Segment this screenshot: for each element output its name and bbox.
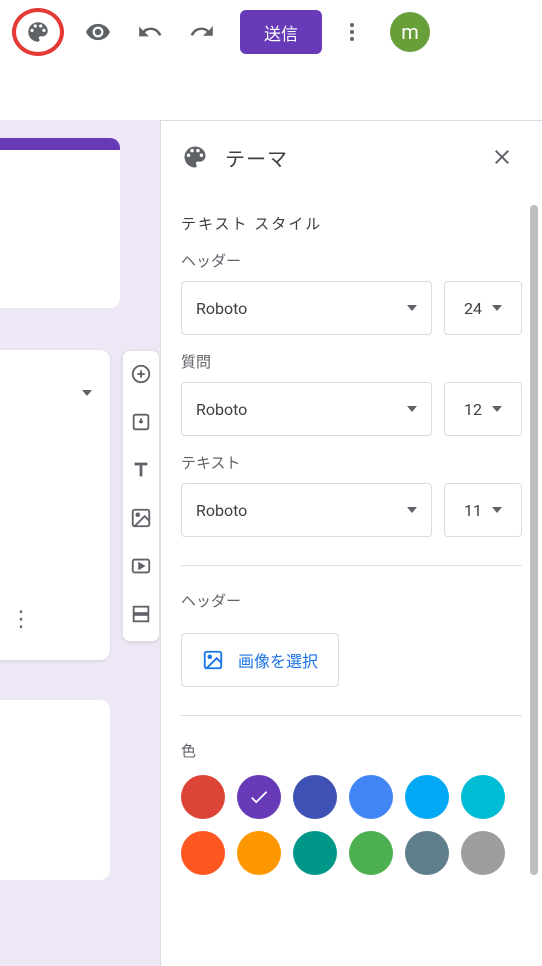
question-font-value: Roboto bbox=[196, 400, 247, 419]
preview-button[interactable] bbox=[76, 10, 120, 54]
video-icon bbox=[130, 555, 152, 577]
add-question-button[interactable] bbox=[130, 363, 152, 389]
color-swatch[interactable] bbox=[461, 831, 505, 875]
question-font-select[interactable]: Roboto bbox=[181, 382, 432, 436]
eye-icon bbox=[85, 19, 111, 45]
chevron-down-icon bbox=[492, 406, 502, 412]
question-more-icon[interactable]: ⋮ bbox=[10, 607, 32, 632]
redo-icon bbox=[189, 19, 215, 45]
send-button[interactable]: 送信 bbox=[240, 10, 322, 54]
add-section-button[interactable] bbox=[130, 603, 152, 629]
panel-body: テキスト スタイル ヘッダー Roboto 24 質問 Roboto 12 テキ… bbox=[161, 213, 542, 895]
choose-image-label: 画像を選択 bbox=[238, 648, 318, 672]
theme-panel: テーマ テキスト スタイル ヘッダー Roboto 24 質問 Roboto bbox=[160, 120, 542, 966]
text-font-select[interactable]: Roboto bbox=[181, 483, 432, 537]
header-label: ヘッダー bbox=[181, 250, 522, 271]
text-style-section-title: テキスト スタイル bbox=[181, 213, 522, 234]
section-icon bbox=[130, 603, 152, 625]
header-image-label: ヘッダー bbox=[181, 590, 522, 611]
plus-circle-icon bbox=[130, 363, 152, 385]
palette-icon bbox=[25, 19, 51, 45]
form-title-card[interactable] bbox=[0, 138, 120, 308]
add-title-button[interactable] bbox=[130, 459, 152, 485]
choose-image-button[interactable]: 画像を選択 bbox=[181, 633, 339, 687]
form-question-card[interactable]: ⋮ bbox=[0, 350, 110, 660]
add-image-button[interactable] bbox=[130, 507, 152, 533]
undo-button[interactable] bbox=[128, 10, 172, 54]
scrollbar[interactable] bbox=[530, 205, 538, 875]
color-swatch[interactable] bbox=[293, 831, 337, 875]
more-button[interactable] bbox=[330, 10, 374, 54]
add-video-button[interactable] bbox=[130, 555, 152, 581]
color-swatch[interactable] bbox=[405, 775, 449, 819]
side-toolbar bbox=[122, 350, 160, 642]
divider bbox=[181, 565, 522, 566]
header-font-value: Roboto bbox=[196, 299, 247, 318]
text-icon bbox=[130, 459, 152, 481]
dropdown-arrow-icon[interactable] bbox=[82, 390, 92, 396]
color-swatch[interactable] bbox=[405, 831, 449, 875]
chevron-down-icon bbox=[407, 507, 417, 513]
header-size-value: 24 bbox=[464, 299, 482, 318]
undo-icon bbox=[137, 19, 163, 45]
color-swatch[interactable] bbox=[181, 775, 225, 819]
text-size-select[interactable]: 11 bbox=[444, 483, 522, 537]
form-card[interactable] bbox=[0, 700, 110, 880]
header-font-select[interactable]: Roboto bbox=[181, 281, 432, 335]
color-swatch[interactable] bbox=[181, 831, 225, 875]
close-button[interactable] bbox=[486, 141, 518, 173]
panel-title: テーマ bbox=[225, 143, 470, 172]
color-swatch[interactable] bbox=[461, 775, 505, 819]
highlight-annotation bbox=[12, 8, 64, 56]
text-font-value: Roboto bbox=[196, 501, 247, 520]
text-size-value: 11 bbox=[464, 501, 482, 520]
import-icon bbox=[130, 411, 152, 433]
color-swatch[interactable] bbox=[349, 775, 393, 819]
color-swatch[interactable] bbox=[293, 775, 337, 819]
more-vert-icon bbox=[340, 20, 364, 44]
color-swatch[interactable] bbox=[237, 775, 281, 819]
color-swatch[interactable] bbox=[349, 831, 393, 875]
chevron-down-icon bbox=[492, 507, 502, 513]
question-label: 質問 bbox=[181, 351, 522, 372]
chevron-down-icon bbox=[407, 406, 417, 412]
divider bbox=[181, 715, 522, 716]
image-icon bbox=[130, 507, 152, 529]
palette-icon bbox=[181, 143, 209, 171]
color-swatch[interactable] bbox=[237, 831, 281, 875]
chevron-down-icon bbox=[492, 305, 502, 311]
toolbar: 送信 m bbox=[0, 0, 542, 64]
image-icon bbox=[202, 649, 224, 671]
avatar[interactable]: m bbox=[390, 12, 430, 52]
chevron-down-icon bbox=[407, 305, 417, 311]
text-label: テキスト bbox=[181, 452, 522, 473]
question-size-value: 12 bbox=[464, 400, 482, 419]
color-grid bbox=[181, 775, 522, 875]
import-questions-button[interactable] bbox=[130, 411, 152, 437]
redo-button[interactable] bbox=[180, 10, 224, 54]
question-size-select[interactable]: 12 bbox=[444, 382, 522, 436]
check-icon bbox=[248, 786, 270, 808]
color-section-label: 色 bbox=[181, 740, 522, 761]
theme-button[interactable] bbox=[20, 14, 56, 50]
close-icon bbox=[490, 145, 514, 169]
header-size-select[interactable]: 24 bbox=[444, 281, 522, 335]
panel-header: テーマ bbox=[161, 121, 542, 193]
